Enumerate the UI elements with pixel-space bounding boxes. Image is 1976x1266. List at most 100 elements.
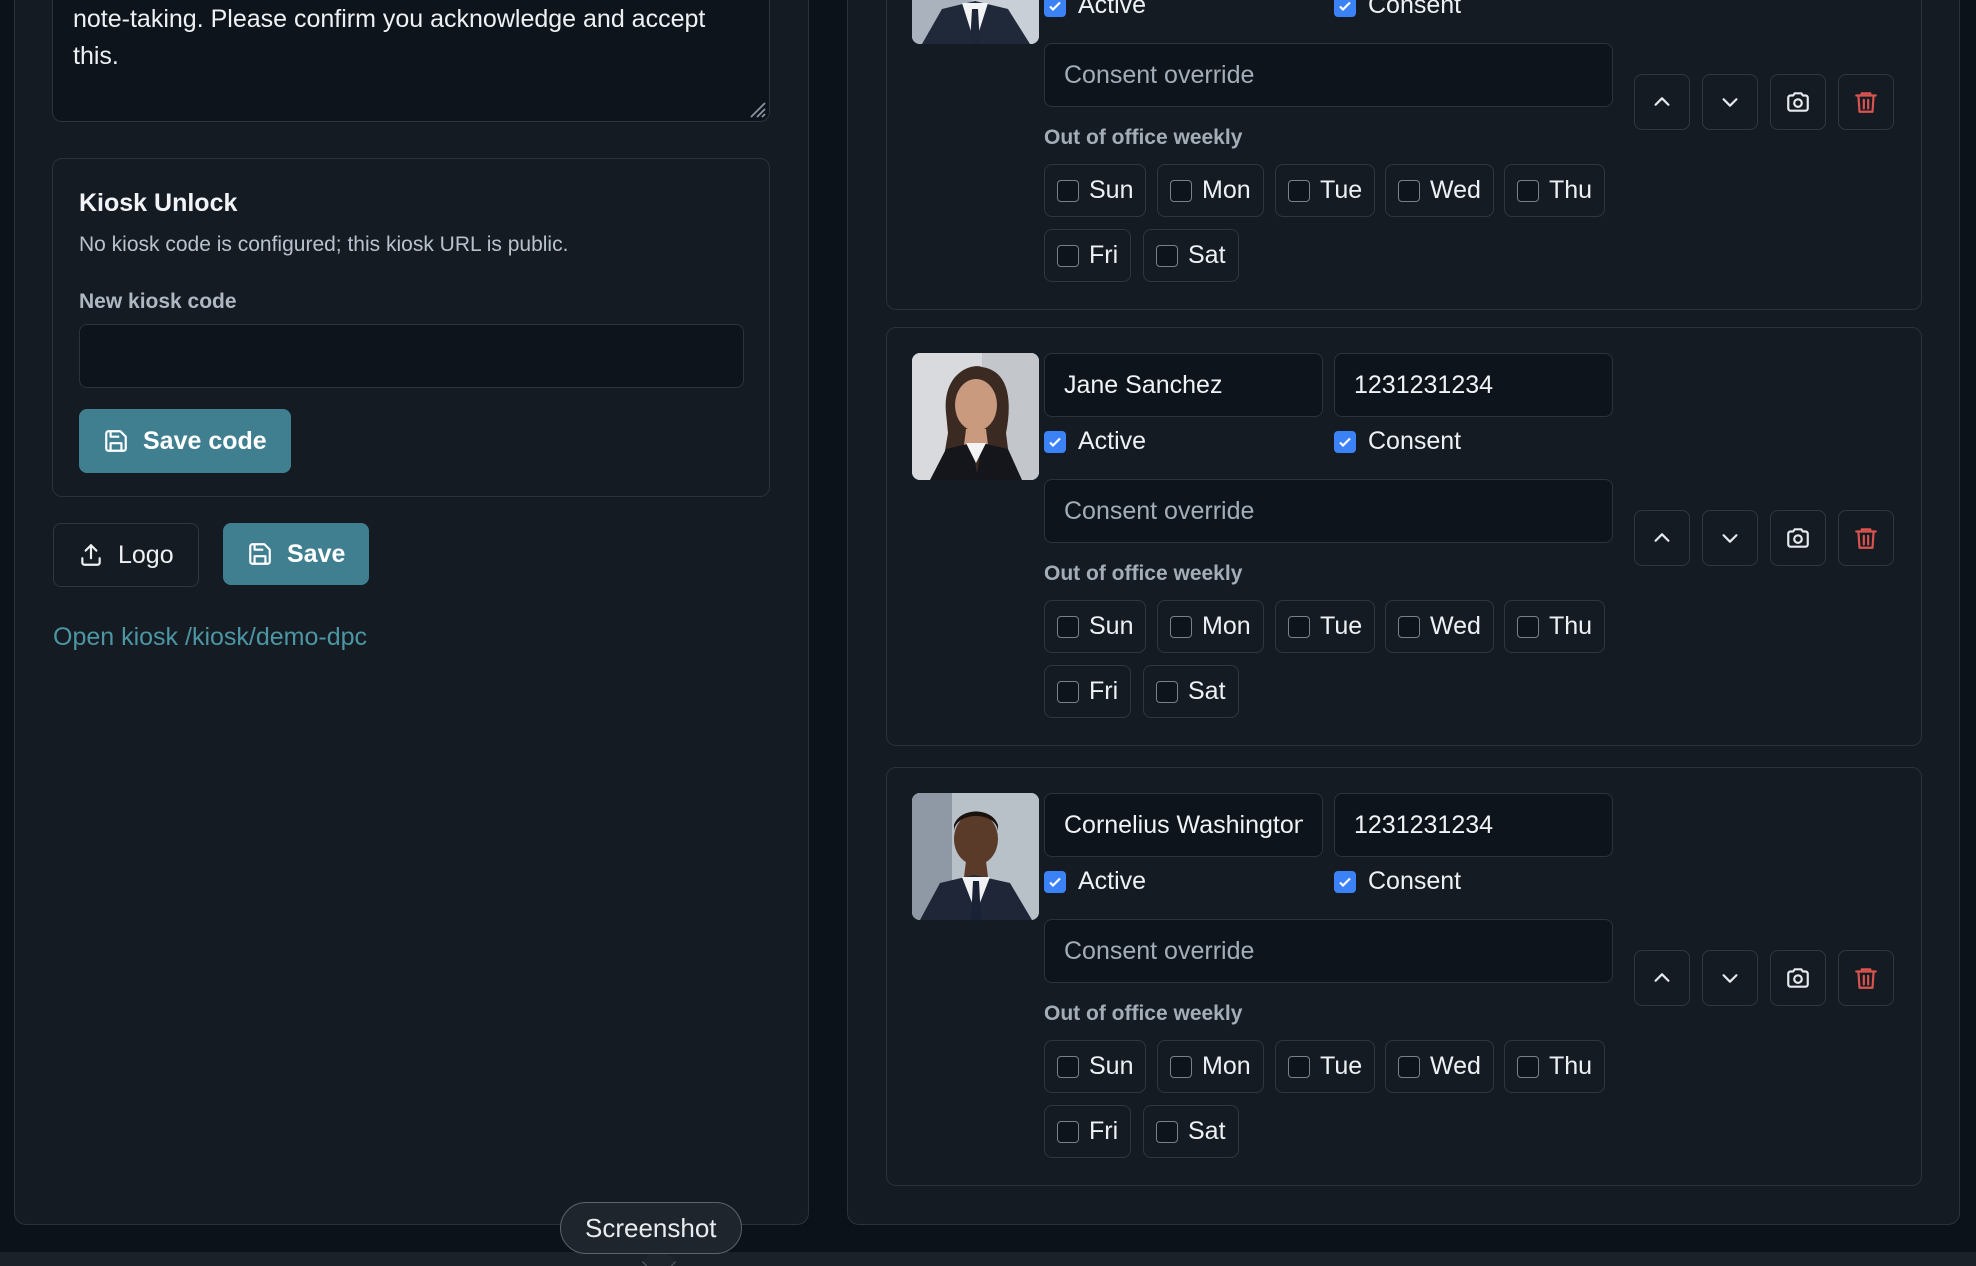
active-label: Active: [1078, 0, 1147, 19]
consent-note-textarea[interactable]: note-taking. Please confirm you acknowle…: [52, 0, 770, 122]
day-chip-mon[interactable]: Mon: [1157, 1040, 1264, 1093]
upload-icon: [78, 542, 104, 568]
staff-name-input[interactable]: [1044, 793, 1323, 857]
checkbox-unchecked-icon: [1170, 179, 1192, 202]
checkbox-checked-icon: [1044, 430, 1066, 453]
day-chip-fri[interactable]: Fri: [1044, 1105, 1132, 1158]
staff-name-input[interactable]: [1044, 353, 1323, 417]
delete-button[interactable]: [1838, 950, 1894, 1006]
move-down-button[interactable]: [1702, 950, 1758, 1006]
checkbox-unchecked-icon: [1057, 244, 1079, 267]
day-chip-thu[interactable]: Thu: [1504, 164, 1606, 217]
active-label: Active: [1078, 867, 1147, 895]
day-label: Sat: [1188, 677, 1226, 705]
consent-checkbox[interactable]: Consent: [1334, 867, 1461, 896]
active-checkbox[interactable]: Active: [1044, 427, 1146, 456]
checkbox-unchecked-icon: [1288, 1055, 1310, 1078]
day-label: Tue: [1320, 612, 1363, 640]
checkbox-unchecked-icon: [1156, 244, 1178, 267]
move-up-button[interactable]: [1634, 510, 1690, 566]
kiosk-code-input[interactable]: [79, 324, 744, 388]
day-chip-sat[interactable]: Sat: [1143, 1105, 1239, 1158]
day-label: Sun: [1089, 1052, 1134, 1080]
day-chip-sun[interactable]: Sun: [1044, 1040, 1147, 1093]
checkbox-checked-icon: [1044, 870, 1066, 893]
save-icon: [247, 541, 273, 567]
day-label: Fri: [1089, 241, 1119, 269]
checkbox-unchecked-icon: [1170, 615, 1192, 638]
day-chip-fri[interactable]: Fri: [1044, 229, 1132, 282]
day-label: Mon: [1202, 1052, 1251, 1080]
kiosk-unlock-card: Kiosk Unlock No kiosk code is configured…: [52, 158, 770, 497]
consent-checkbox[interactable]: Consent: [1334, 427, 1461, 456]
checkbox-unchecked-icon: [1398, 1055, 1420, 1078]
checkbox-unchecked-icon: [1517, 615, 1539, 638]
upload-logo-button[interactable]: Logo: [53, 523, 199, 587]
active-label: Active: [1078, 427, 1147, 455]
photo-button[interactable]: [1770, 510, 1826, 566]
out-of-office-label: Out of office weekly: [1044, 1002, 1243, 1025]
out-of-office-label: Out of office weekly: [1044, 562, 1243, 585]
day-label: Sat: [1188, 1117, 1226, 1145]
delete-button[interactable]: [1838, 74, 1894, 130]
day-chip-tue[interactable]: Tue: [1275, 1040, 1376, 1093]
consent-checkbox[interactable]: Consent: [1334, 0, 1461, 20]
save-code-button[interactable]: Save code: [79, 409, 291, 473]
staff-phone-input[interactable]: [1334, 353, 1613, 417]
day-label: Tue: [1320, 176, 1363, 204]
day-chip-wed[interactable]: Wed: [1385, 1040, 1494, 1093]
avatar[interactable]: [912, 793, 1039, 920]
avatar[interactable]: [912, 353, 1039, 480]
day-chip-wed[interactable]: Wed: [1385, 164, 1494, 217]
move-up-button[interactable]: [1634, 74, 1690, 130]
day-chip-mon[interactable]: Mon: [1157, 164, 1264, 217]
day-label: Tue: [1320, 1052, 1363, 1080]
photo-button[interactable]: [1770, 74, 1826, 130]
day-label: Mon: [1202, 176, 1251, 204]
staff-phone-input[interactable]: [1334, 793, 1613, 857]
trash-icon: [1855, 92, 1877, 113]
day-label: Sat: [1188, 241, 1226, 269]
day-chip-mon[interactable]: Mon: [1157, 600, 1264, 653]
day-chip-sat[interactable]: Sat: [1143, 665, 1239, 718]
day-chip-fri[interactable]: Fri: [1044, 665, 1132, 718]
day-label: Wed: [1430, 612, 1481, 640]
resize-grip-icon[interactable]: [743, 95, 767, 119]
consent-override-input[interactable]: [1044, 479, 1613, 543]
delete-button[interactable]: [1838, 510, 1894, 566]
day-chip-tue[interactable]: Tue: [1275, 600, 1376, 653]
active-checkbox[interactable]: Active: [1044, 0, 1146, 20]
avatar[interactable]: [912, 0, 1039, 44]
chevron-down-icon: [1722, 974, 1738, 983]
day-chip-thu[interactable]: Thu: [1504, 1040, 1606, 1093]
consent-override-input[interactable]: [1044, 43, 1613, 107]
save-button[interactable]: Save: [223, 523, 370, 585]
chevron-up-icon: [1654, 97, 1670, 106]
move-down-button[interactable]: [1702, 74, 1758, 130]
kiosk-unlock-title: Kiosk Unlock: [79, 189, 238, 217]
kiosk-code-label: New kiosk code: [79, 290, 237, 313]
day-label: Wed: [1430, 176, 1481, 204]
day-label: Thu: [1549, 176, 1593, 204]
day-label: Thu: [1549, 1052, 1593, 1080]
move-up-button[interactable]: [1634, 950, 1690, 1006]
active-checkbox[interactable]: Active: [1044, 867, 1146, 896]
day-chip-tue[interactable]: Tue: [1275, 164, 1376, 217]
window-bottom-edge: [0, 1252, 1976, 1266]
day-chip-sat[interactable]: Sat: [1143, 229, 1239, 282]
day-chip-thu[interactable]: Thu: [1504, 600, 1606, 653]
open-kiosk-link[interactable]: Open kiosk /kiosk/demo-dpc: [53, 623, 367, 652]
move-down-button[interactable]: [1702, 510, 1758, 566]
day-chip-sun[interactable]: Sun: [1044, 600, 1147, 653]
consent-label: Consent: [1368, 867, 1462, 895]
checkbox-unchecked-icon: [1398, 179, 1420, 202]
day-label: Fri: [1089, 1117, 1119, 1145]
day-chip-wed[interactable]: Wed: [1385, 600, 1494, 653]
photo-button[interactable]: [1770, 950, 1826, 1006]
consent-override-input[interactable]: [1044, 919, 1613, 983]
consent-label: Consent: [1368, 0, 1462, 19]
save-icon: [103, 428, 129, 454]
day-chip-sun[interactable]: Sun: [1044, 164, 1147, 217]
save-code-label: Save code: [143, 426, 267, 455]
day-label: Thu: [1549, 612, 1593, 640]
